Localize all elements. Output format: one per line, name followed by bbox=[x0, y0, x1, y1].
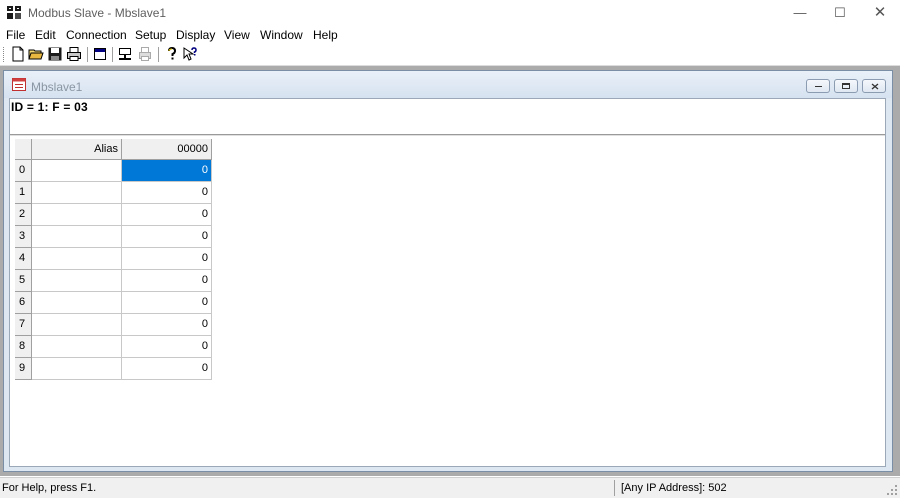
maximize-button[interactable]: ☐ bbox=[822, 0, 858, 26]
row-header[interactable]: 2 bbox=[15, 204, 32, 226]
toolbar-separator bbox=[158, 47, 160, 62]
register-value-cell[interactable]: 0 bbox=[122, 270, 212, 292]
column-header-address[interactable]: 00000 bbox=[122, 139, 212, 160]
window-icon[interactable] bbox=[92, 46, 108, 62]
menu-setup[interactable]: Setup bbox=[135, 28, 166, 42]
child-window[interactable]: Mbslave1 ID = 1: F = 03 Alias 00000 0010… bbox=[3, 70, 893, 472]
resize-grip-icon[interactable] bbox=[886, 484, 898, 496]
alias-cell[interactable] bbox=[32, 226, 122, 248]
row-header[interactable]: 4 bbox=[15, 248, 32, 270]
status-connection-text: [Any IP Address]: 502 bbox=[621, 482, 727, 494]
menu-bar: File Edit Connection Setup Display View … bbox=[0, 26, 900, 44]
menu-view[interactable]: View bbox=[224, 28, 250, 42]
toolbar-grip[interactable] bbox=[3, 47, 6, 62]
title-bar: Modbus Slave - Mbslave1 — ☐ ✕ bbox=[0, 0, 900, 26]
register-value-cell[interactable]: 0 bbox=[122, 160, 212, 182]
print-icon[interactable] bbox=[66, 46, 82, 62]
alias-cell[interactable] bbox=[32, 358, 122, 380]
child-client-area: ID = 1: F = 03 Alias 00000 0010203040506… bbox=[9, 98, 886, 467]
column-header-alias[interactable]: Alias bbox=[32, 139, 122, 160]
row-header[interactable]: 5 bbox=[15, 270, 32, 292]
register-value-cell[interactable]: 0 bbox=[122, 204, 212, 226]
register-value-cell[interactable]: 0 bbox=[122, 292, 212, 314]
alias-cell[interactable] bbox=[32, 314, 122, 336]
slave-id-function-label: ID = 1: F = 03 bbox=[11, 100, 88, 114]
register-value-cell[interactable]: 0 bbox=[122, 226, 212, 248]
child-title-bar[interactable]: Mbslave1 bbox=[4, 71, 892, 98]
row-header[interactable]: 0 bbox=[15, 160, 32, 182]
register-value-cell[interactable]: 0 bbox=[122, 182, 212, 204]
window-title: Modbus Slave - Mbslave1 bbox=[28, 6, 167, 20]
row-header[interactable]: 1 bbox=[15, 182, 32, 204]
modbus-app-icon bbox=[7, 6, 21, 19]
row-header[interactable]: 3 bbox=[15, 226, 32, 248]
save-icon[interactable] bbox=[47, 46, 63, 62]
alias-cell[interactable] bbox=[32, 204, 122, 226]
register-value-cell[interactable]: 0 bbox=[122, 336, 212, 358]
child-window-frame-bottom bbox=[9, 467, 886, 470]
help-icon[interactable] bbox=[164, 46, 180, 62]
disconnect-icon[interactable] bbox=[137, 46, 153, 62]
minimize-button[interactable]: — bbox=[782, 0, 818, 26]
row-header[interactable]: 7 bbox=[15, 314, 32, 336]
alias-cell[interactable] bbox=[32, 182, 122, 204]
child-maximize-button[interactable] bbox=[834, 79, 858, 93]
close-button[interactable]: ✕ bbox=[862, 0, 898, 26]
register-value-cell[interactable]: 0 bbox=[122, 314, 212, 336]
grid-corner[interactable] bbox=[15, 139, 32, 160]
row-header[interactable]: 6 bbox=[15, 292, 32, 314]
child-window-title: Mbslave1 bbox=[31, 80, 83, 94]
mdi-client-area: Mbslave1 ID = 1: F = 03 Alias 00000 0010… bbox=[0, 66, 900, 476]
register-value-cell[interactable]: 0 bbox=[122, 248, 212, 270]
status-bar: For Help, press F1. [Any IP Address]: 50… bbox=[0, 477, 900, 498]
menu-edit[interactable]: Edit bbox=[35, 28, 56, 42]
status-help-text: For Help, press F1. bbox=[2, 482, 97, 494]
row-header[interactable]: 8 bbox=[15, 336, 32, 358]
register-value-cell[interactable]: 0 bbox=[122, 358, 212, 380]
splitter-line-highlight bbox=[10, 135, 885, 136]
toolbar bbox=[0, 44, 900, 66]
alias-cell[interactable] bbox=[32, 270, 122, 292]
status-connection-pane: [Any IP Address]: 502 bbox=[614, 480, 885, 496]
alias-cell[interactable] bbox=[32, 336, 122, 358]
menu-file[interactable]: File bbox=[6, 28, 25, 42]
open-icon[interactable] bbox=[28, 46, 44, 62]
toolbar-separator bbox=[87, 47, 89, 62]
context-help-icon[interactable] bbox=[182, 46, 198, 62]
alias-cell[interactable] bbox=[32, 292, 122, 314]
alias-cell[interactable] bbox=[32, 160, 122, 182]
menu-window[interactable]: Window bbox=[260, 28, 303, 42]
new-icon[interactable] bbox=[10, 46, 26, 62]
row-header[interactable]: 9 bbox=[15, 358, 32, 380]
child-minimize-button[interactable] bbox=[806, 79, 830, 93]
menu-connection[interactable]: Connection bbox=[66, 28, 127, 42]
menu-help[interactable]: Help bbox=[313, 28, 338, 42]
child-close-button[interactable] bbox=[862, 79, 886, 93]
document-window-icon bbox=[12, 78, 26, 91]
connect-icon[interactable] bbox=[117, 46, 133, 62]
toolbar-separator bbox=[112, 47, 114, 62]
menu-display[interactable]: Display bbox=[176, 28, 215, 42]
alias-cell[interactable] bbox=[32, 248, 122, 270]
